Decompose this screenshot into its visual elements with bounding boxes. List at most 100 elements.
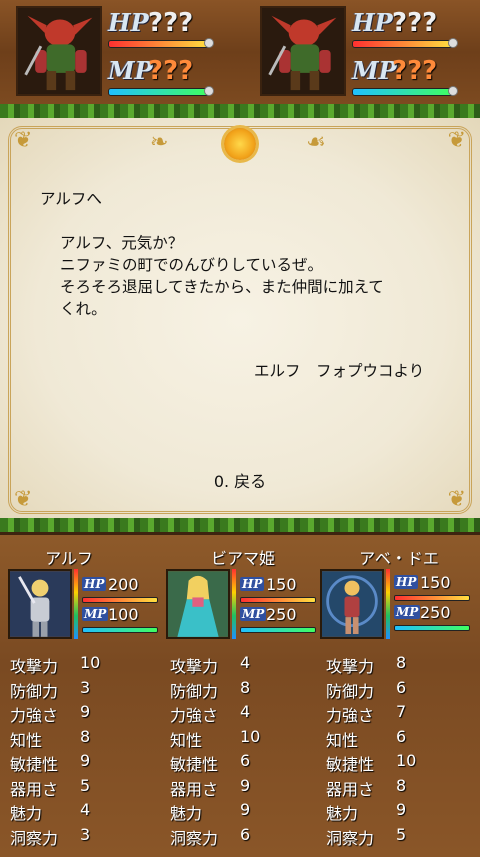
attribute-row: 攻撃力 10 bbox=[10, 653, 158, 678]
attribute-row: 敏捷性 9 bbox=[10, 751, 158, 776]
attribute-name: 器用さ bbox=[10, 779, 59, 799]
attribute-value: 4 bbox=[80, 800, 91, 819]
attribute-value: 6 bbox=[240, 751, 251, 770]
member-portrait bbox=[8, 569, 72, 639]
attribute-value: 4 bbox=[240, 653, 251, 672]
member-portrait bbox=[166, 569, 230, 639]
enemy-status-2: HP ??? MP ??? bbox=[244, 4, 480, 100]
goblin-icon bbox=[262, 8, 344, 94]
attribute-name: 攻撃力 bbox=[10, 657, 59, 676]
hp-label: HP bbox=[394, 575, 419, 589]
attribute-value: 9 bbox=[80, 751, 91, 770]
attribute-value: 8 bbox=[396, 653, 407, 672]
attribute-value: 6 bbox=[396, 726, 407, 746]
member-portrait bbox=[320, 569, 384, 639]
attribute-value: 10 bbox=[396, 751, 417, 770]
attribute-row: 知性 8 bbox=[10, 727, 158, 752]
attribute-name: 力強さ bbox=[326, 706, 375, 725]
attribute-name: 魅力 bbox=[170, 804, 203, 823]
attribute-value: 3 bbox=[80, 677, 91, 697]
attribute-name: 魅力 bbox=[10, 804, 43, 823]
attribute-name: 洞察力 bbox=[170, 828, 219, 848]
member-attributes: 攻撃力 4 防御力 8 力強さ 4 知性 10 敏捷性 6 器用さ 9 魅力 9 洞察力 6 bbox=[170, 653, 318, 849]
attribute-row: 知性 6 bbox=[326, 727, 474, 752]
attribute-name: 力強さ bbox=[170, 706, 219, 725]
hp-label: HP bbox=[240, 577, 265, 591]
member-name: ビアマ姫 bbox=[210, 549, 275, 568]
party-member-alf: アルフ HP 200 MP 100 攻撃力 10 防御力 3 力強さ 9 知性 … bbox=[0, 535, 158, 857]
member-mp-bar bbox=[394, 625, 470, 631]
attribute-row: 敏捷性 6 bbox=[170, 751, 318, 776]
corner-flourish-icon: ❦ bbox=[14, 487, 33, 512]
member-gauge bbox=[232, 569, 236, 639]
attribute-value: 7 bbox=[396, 702, 407, 721]
attribute-row: 器用さ 8 bbox=[326, 776, 474, 801]
attribute-name: 知性 bbox=[170, 730, 203, 750]
mp-label: MP bbox=[108, 56, 153, 85]
member-name: アベ・ドエ bbox=[359, 549, 439, 568]
member-gauge bbox=[74, 569, 78, 639]
attribute-row: 敏捷性 10 bbox=[326, 751, 474, 776]
letter-parchment: ❦ ❦ ❦ ❦ ❧ ☙ アルフへ アルフ、元気か？ ニファミの町でのんびりしてい… bbox=[0, 118, 480, 522]
attribute-value: 6 bbox=[240, 824, 251, 844]
enemy-hp-bar bbox=[352, 40, 454, 48]
attribute-row: 洞察力 5 bbox=[326, 825, 474, 850]
member-gauge bbox=[386, 569, 390, 639]
enemy-status-1: HP ??? MP ??? bbox=[0, 4, 236, 100]
attribute-name: 知性 bbox=[326, 730, 359, 750]
member-mp-value: 100 bbox=[108, 605, 139, 624]
mp-label: MP bbox=[394, 605, 421, 619]
member-hp-bar bbox=[394, 595, 470, 601]
mp-label: MP bbox=[240, 607, 267, 621]
attribute-row: 器用さ 5 bbox=[10, 776, 158, 801]
attribute-name: 防御力 bbox=[170, 681, 219, 701]
attribute-name: 防御力 bbox=[10, 681, 59, 701]
bar-knob bbox=[448, 86, 458, 96]
enemy-mp-value: ??? bbox=[392, 56, 438, 86]
enemy-mp-bar bbox=[352, 88, 454, 96]
attribute-name: 防御力 bbox=[326, 681, 375, 701]
letter-body-line: ニファミの町でのんびりしているぜ。 bbox=[60, 256, 324, 274]
hp-label: HP bbox=[82, 577, 107, 591]
bar-knob bbox=[204, 38, 214, 48]
attribute-value: 6 bbox=[396, 677, 407, 697]
letter-signature: エルフ フォプウコより bbox=[254, 362, 425, 380]
letter-body-line: くれ。 bbox=[60, 300, 107, 318]
attribute-name: 洞察力 bbox=[326, 828, 375, 848]
attribute-value: 9 bbox=[240, 800, 251, 819]
vine-divider bbox=[0, 518, 480, 532]
attribute-value: 8 bbox=[80, 726, 91, 746]
attribute-row: 魅力 4 bbox=[10, 800, 158, 825]
attribute-name: 魅力 bbox=[326, 804, 359, 823]
party-member-abe: アベ・ドエ HP 150 MP 250 攻撃力 8 防御力 6 力強さ 7 知性… bbox=[314, 535, 472, 857]
vine-divider bbox=[0, 104, 480, 118]
party-member-biama: ビアマ姫 HP 150 MP 250 攻撃力 4 防御力 8 力強さ 4 知性 10 bbox=[158, 535, 316, 857]
ornate-frame bbox=[8, 126, 472, 514]
back-option[interactable]: 0. 戻る bbox=[180, 468, 300, 494]
attribute-row: 洞察力 6 bbox=[170, 825, 318, 850]
attribute-row: 攻撃力 8 bbox=[326, 653, 474, 678]
member-mp-bar bbox=[82, 627, 158, 633]
party-status-panel: アルフ HP 200 MP 100 攻撃力 10 防御力 3 力強さ 9 知性 … bbox=[0, 532, 480, 857]
enemy-hp-bar bbox=[108, 40, 210, 48]
member-hp-bar bbox=[240, 597, 316, 603]
attribute-name: 力強さ bbox=[10, 706, 59, 725]
attribute-name: 攻撃力 bbox=[170, 657, 219, 676]
mp-label: MP bbox=[352, 56, 397, 85]
attribute-name: 攻撃力 bbox=[326, 657, 375, 676]
attribute-value: 10 bbox=[240, 726, 261, 746]
attribute-value: 5 bbox=[396, 824, 407, 844]
member-mp-value: 250 bbox=[266, 605, 297, 624]
corner-flourish-icon: ❦ bbox=[14, 128, 33, 153]
attribute-row: 魅力 9 bbox=[170, 800, 318, 825]
member-hp-value: 150 bbox=[420, 573, 451, 592]
warrior-icon bbox=[322, 571, 382, 637]
enemy-mp-value: ??? bbox=[148, 56, 194, 86]
scroll-flourish-icon: ❧ bbox=[150, 130, 169, 155]
attribute-name: 知性 bbox=[10, 730, 43, 750]
attribute-name: 洞察力 bbox=[10, 828, 59, 848]
member-mp-bar bbox=[240, 627, 316, 633]
goblin-icon bbox=[18, 8, 100, 94]
princess-icon bbox=[168, 571, 228, 637]
attribute-value: 8 bbox=[396, 775, 407, 795]
